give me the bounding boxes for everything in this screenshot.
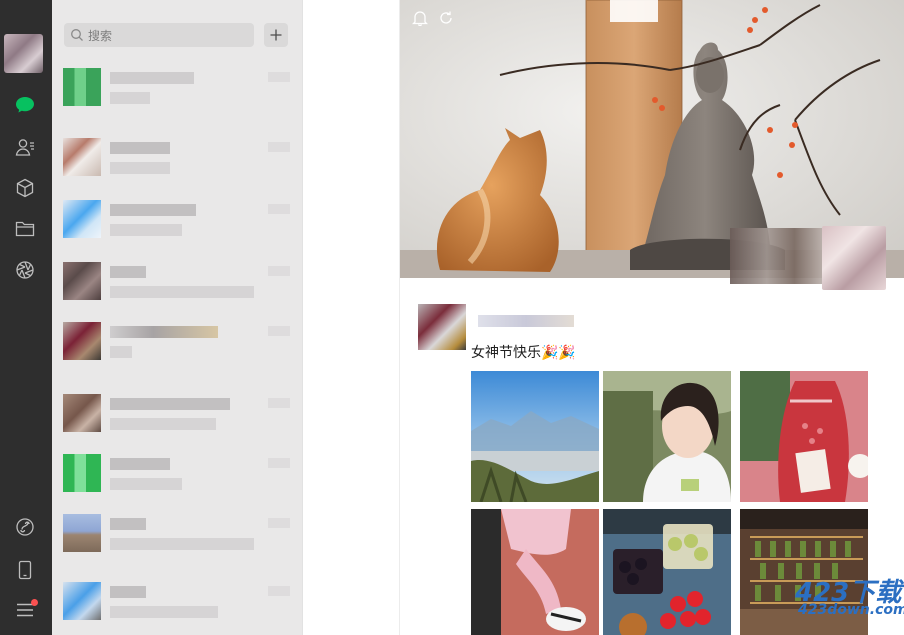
menu-badge-dot [31, 599, 38, 606]
sidebar-nav [0, 0, 52, 635]
chat-avatar [63, 394, 101, 432]
chat-list-panel: 搜索 [52, 0, 302, 635]
post-photo[interactable] [471, 371, 599, 502]
post-author-name-blurred[interactable] [478, 315, 574, 327]
chat-list-item[interactable] [52, 60, 302, 122]
chat-avatar [63, 200, 101, 238]
chat-avatar [63, 138, 101, 176]
post-photo[interactable] [603, 371, 731, 502]
mini-program-icon[interactable] [14, 516, 36, 538]
refresh-icon[interactable] [438, 10, 454, 26]
chat-list-item[interactable] [52, 574, 302, 635]
moments-panel: 女神节快乐🎉🎉 423下载 423down.com [399, 0, 904, 635]
chat-avatar [63, 514, 101, 552]
chat-avatar [63, 582, 101, 620]
post-text: 女神节快乐🎉🎉 [471, 345, 576, 361]
post-photo[interactable] [740, 371, 868, 502]
avatar[interactable] [4, 34, 43, 73]
chat-avatar [63, 454, 101, 492]
files-folder-icon[interactable] [14, 218, 36, 240]
chat-list-item[interactable] [52, 130, 302, 192]
contacts-icon[interactable] [14, 136, 36, 158]
chat-list-item[interactable] [52, 506, 302, 568]
chat-list-item[interactable] [52, 192, 302, 254]
chat-list-item[interactable] [52, 446, 302, 508]
watermark-url: 423down.com [798, 602, 904, 618]
plus-icon [270, 29, 282, 41]
chat-icon[interactable] [14, 94, 36, 116]
search-input[interactable]: 搜索 [64, 23, 254, 47]
chat-list-item[interactable] [52, 254, 302, 316]
chat-avatar [63, 68, 101, 106]
moments-aperture-icon[interactable] [14, 259, 36, 281]
owner-name-blurred [730, 228, 822, 284]
chat-list-item[interactable] [52, 314, 302, 376]
pane-divider [302, 0, 303, 635]
search-placeholder: 搜索 [88, 29, 113, 43]
post-photo[interactable] [603, 509, 731, 635]
search-icon [71, 29, 83, 41]
chat-avatar [63, 322, 101, 360]
chat-avatar [63, 262, 101, 300]
bell-icon[interactable] [411, 10, 429, 27]
owner-avatar[interactable] [822, 226, 886, 290]
chat-list-item[interactable] [52, 386, 302, 448]
add-button[interactable] [264, 23, 288, 47]
favorites-cube-icon[interactable] [14, 177, 36, 199]
post-photo[interactable] [471, 509, 599, 635]
phone-icon[interactable] [14, 559, 36, 581]
post-author-avatar[interactable] [418, 304, 466, 350]
